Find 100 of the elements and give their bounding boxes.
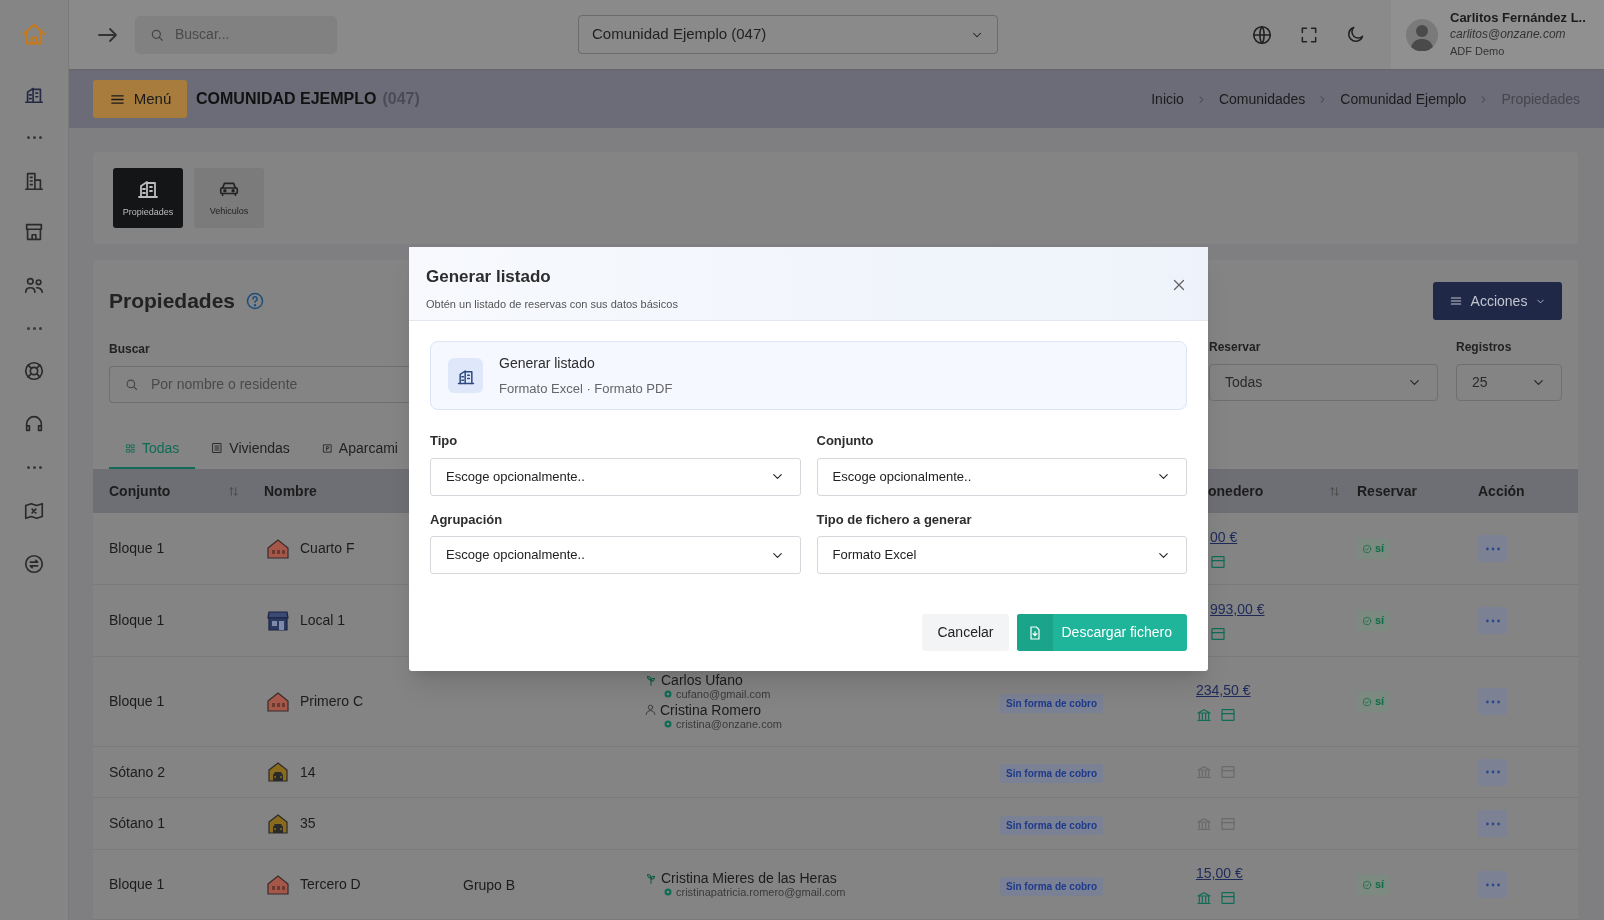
- help-icon[interactable]: [245, 291, 266, 311]
- actions-button[interactable]: Acciones: [1433, 282, 1562, 320]
- card-icon[interactable]: [1210, 626, 1226, 642]
- table-cell-text: Bloque 1: [108, 611, 166, 630]
- balance-link[interactable]: 00 €: [1210, 527, 1238, 548]
- garage-icon: [266, 760, 290, 784]
- person-icon: [644, 703, 657, 716]
- table-cell-text: Sótano 1: [108, 814, 167, 833]
- menu-button[interactable]: Menú: [93, 80, 187, 118]
- list-icon: [211, 442, 224, 454]
- search-label: Buscar: [109, 341, 151, 358]
- resident-name[interactable]: Cristina Romero: [660, 702, 762, 717]
- balance-link[interactable]: 993,00 €: [1210, 599, 1265, 620]
- check-circle-icon: [1362, 696, 1372, 707]
- info-formats: Formato Excel · Formato PDF: [499, 379, 673, 398]
- property-search-input[interactable]: Por nombre o residente: [151, 374, 401, 395]
- table-cell-text: Local 1: [300, 611, 346, 630]
- user-name: Carlitos Fernández L..: [1450, 9, 1586, 26]
- column-header: Conjunto: [109, 481, 171, 501]
- more-button[interactable]: [1478, 810, 1507, 837]
- select-field[interactable]: Escoge opcionalmente..: [816, 457, 1187, 496]
- table-cell-text: Bloque 1: [108, 692, 166, 711]
- field-label: Conjunto: [816, 432, 875, 450]
- card-icon[interactable]: [1220, 764, 1236, 780]
- more-button[interactable]: [1478, 758, 1507, 786]
- breadcrumb-item[interactable]: Inicio: [1151, 88, 1184, 110]
- select-field[interactable]: Escoge opcionalmente..: [430, 457, 801, 496]
- bank-icon[interactable]: [1196, 815, 1212, 832]
- column-header: Acción: [1478, 481, 1525, 501]
- select-field[interactable]: Formato Excel: [816, 536, 1187, 574]
- more-button[interactable]: [1478, 688, 1507, 715]
- community-select[interactable]: Comunidad Ejemplo (047): [578, 15, 998, 54]
- section-tile-label: Vehiculos: [209, 205, 249, 219]
- booking-label: sí: [1375, 877, 1385, 893]
- more-button[interactable]: [1478, 535, 1507, 562]
- filter-label: Reservar: [1209, 339, 1262, 356]
- filter-tab[interactable]: Aparcami: [305, 429, 414, 469]
- payment-method-tag: Sin forma de cobro: [1000, 815, 1104, 835]
- booking-label: sí: [1375, 694, 1385, 710]
- cancel-button[interactable]: Cancelar: [922, 614, 1009, 651]
- column-header: Reservar: [1357, 481, 1417, 501]
- booking-label: sí: [1375, 541, 1385, 557]
- menu-icon: [1448, 294, 1463, 308]
- check-circle-icon: [1362, 879, 1372, 890]
- check-circle-icon: [1362, 615, 1372, 626]
- filter-select[interactable]: 25: [1456, 364, 1562, 401]
- bank-icon[interactable]: [1196, 764, 1212, 780]
- booking-label: sí: [1375, 613, 1385, 629]
- grid-icon: [125, 442, 136, 454]
- card-icon[interactable]: [1220, 707, 1236, 723]
- bank-icon[interactable]: [1196, 707, 1212, 723]
- sort-icon[interactable]: [1328, 484, 1341, 498]
- breadcrumb-item[interactable]: Comunidades: [1218, 88, 1306, 110]
- info-title: Generar listado: [499, 353, 596, 373]
- ellipsis-icon: [26, 327, 42, 330]
- table-cell-text: Bloque 1: [108, 539, 166, 558]
- resident-name[interactable]: Cristina Mieres de las Heras: [661, 870, 837, 885]
- filter-tab[interactable]: Viviendas: [195, 429, 306, 469]
- globe-icon[interactable]: [1251, 23, 1273, 46]
- map-icon[interactable]: [23, 500, 45, 522]
- payment-method-tag: Sin forma de cobro: [1000, 876, 1104, 896]
- select-field[interactable]: Escoge opcionalmente..: [430, 536, 801, 574]
- section-tile[interactable]: Vehiculos: [194, 168, 264, 228]
- moon-icon[interactable]: [1345, 24, 1366, 45]
- sort-icon[interactable]: [227, 484, 240, 498]
- balance-link[interactable]: 15,00 €: [1196, 863, 1243, 884]
- modal-subtitle: Obtén un listado de reservas con sus datos básicos: [426, 296, 678, 312]
- resident-email: cristina@onzane.com: [676, 716, 782, 731]
- section-tile[interactable]: Propiedades: [113, 168, 183, 228]
- filter-label: Registros: [1456, 339, 1513, 356]
- resident-name[interactable]: Carlos Ufano: [661, 672, 743, 687]
- ellipsis-icon: [26, 136, 42, 139]
- lifebuoy-icon[interactable]: [23, 360, 45, 382]
- card-icon[interactable]: [1220, 815, 1236, 832]
- breadcrumb-item[interactable]: Comunidad Ejemplo: [1340, 88, 1467, 110]
- table-cell-text: 35: [300, 814, 316, 833]
- more-button[interactable]: [1478, 607, 1507, 634]
- field-label: Tipo: [430, 432, 459, 450]
- panel-title: Propiedades: [109, 288, 236, 315]
- filter-select[interactable]: Todas: [1209, 364, 1438, 401]
- table-cell: Grupo B: [463, 876, 516, 893]
- balance-link[interactable]: 234,50 €: [1196, 680, 1251, 701]
- resident-email: cufano@gmail.com: [676, 686, 771, 701]
- user-panel[interactable]: Carlitos Fernández L.. carlitos@onzane.com ADF Demo: [1391, 0, 1604, 69]
- store-icon[interactable]: [23, 221, 45, 243]
- more-button[interactable]: [1478, 871, 1507, 898]
- shop-icon: [266, 608, 290, 633]
- bank-icon[interactable]: [1196, 890, 1212, 906]
- community-title: COMUNIDAD EJEMPLO: [196, 89, 377, 109]
- user-role: ADF Demo: [1450, 44, 1506, 59]
- card-icon[interactable]: [1220, 890, 1236, 906]
- exchange-icon[interactable]: [23, 553, 45, 575]
- office-building-icon[interactable]: [23, 170, 45, 192]
- parking-icon: [321, 442, 333, 454]
- card-icon[interactable]: [1210, 554, 1226, 570]
- table-cell-text: Bloque 1: [108, 875, 166, 894]
- table-cell-text: Tercero D: [300, 875, 361, 894]
- avatar: [1406, 18, 1438, 51]
- download-button[interactable]: Descargar fichero: [1016, 614, 1187, 651]
- column-header: Nombre: [264, 481, 317, 501]
